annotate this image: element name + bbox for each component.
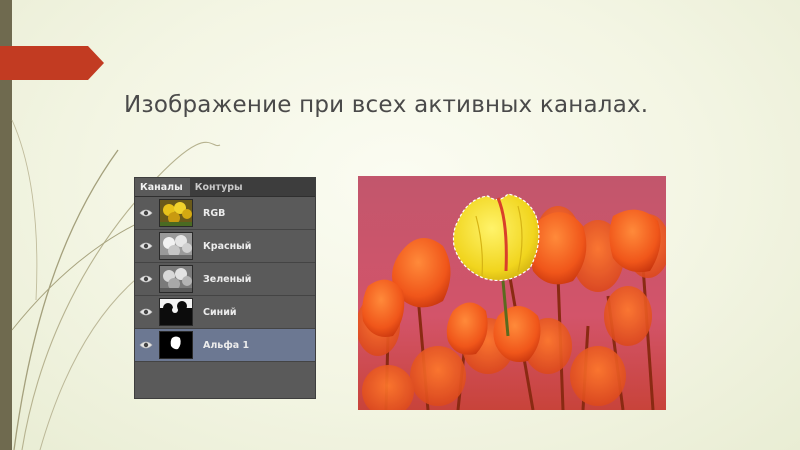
eye-icon (139, 275, 153, 283)
channel-label: Альфа 1 (203, 339, 250, 351)
eye-icon (139, 242, 153, 250)
channel-thumbnail-rgb (159, 199, 193, 227)
visibility-toggle[interactable] (135, 307, 157, 317)
slide: Изображение при всех активных каналах. К… (0, 0, 800, 450)
channel-thumbnail-alpha-1 (159, 331, 193, 359)
visibility-toggle[interactable] (135, 340, 157, 350)
accent-tab (0, 46, 104, 80)
visibility-toggle[interactable] (135, 241, 157, 251)
tab-channels[interactable]: Каналы (135, 178, 190, 196)
channel-thumbnail-red (159, 232, 193, 260)
slide-title: Изображение при всех активных каналах. (124, 92, 649, 118)
tulip-photo (358, 176, 666, 410)
channel-row-alpha-1[interactable]: Альфа 1 (135, 329, 315, 362)
panel-tab-bar: Каналы Контуры (135, 178, 315, 197)
channel-label: Синий (203, 306, 237, 318)
visibility-toggle[interactable] (135, 208, 157, 218)
channel-thumbnail-blue (159, 298, 193, 326)
channel-row-red[interactable]: Красный (135, 230, 315, 263)
channel-row-green[interactable]: Зеленый (135, 263, 315, 296)
channels-panel: Каналы Контуры RGB Красный Зеленый Синий… (134, 177, 316, 399)
eye-icon (139, 341, 153, 349)
channel-row-blue[interactable]: Синий (135, 296, 315, 329)
channel-label: Красный (203, 240, 252, 252)
channel-label: Зеленый (203, 273, 252, 285)
tab-bar-filler (249, 178, 315, 196)
visibility-toggle[interactable] (135, 274, 157, 284)
eye-icon (139, 308, 153, 316)
channel-label: RGB (203, 207, 226, 219)
channel-row-rgb[interactable]: RGB (135, 197, 315, 230)
eye-icon (139, 209, 153, 217)
tab-paths[interactable]: Контуры (190, 178, 250, 196)
channel-thumbnail-green (159, 265, 193, 293)
